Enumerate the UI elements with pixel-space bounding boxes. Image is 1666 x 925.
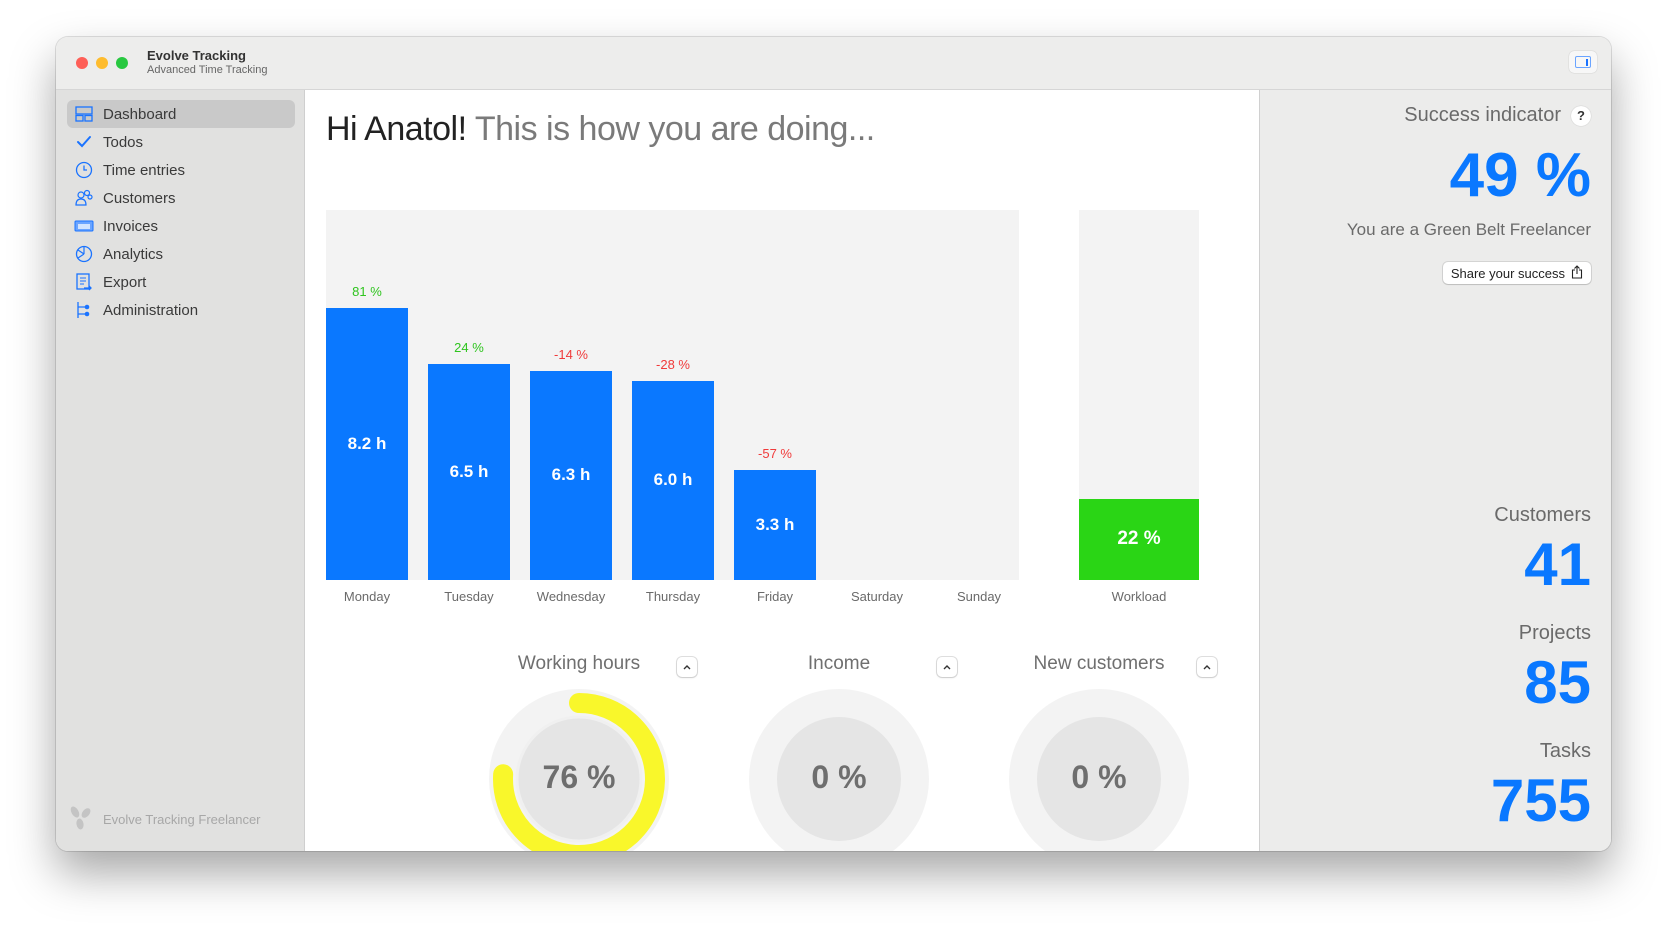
bar-change-label: -28 % [656,356,690,372]
help-button[interactable]: ? [1571,105,1591,126]
x-tick-label: Workload [1111,589,1167,604]
checkmark-icon [73,132,95,152]
stats-panel: Success indicator ? 49 % You are a Green… [1259,90,1611,851]
sidebar-item-label: Dashboard [103,105,177,123]
share-icon [1571,264,1583,282]
sidebar: Dashboard Todos Time entries Customers I… [56,90,305,851]
sidebar-item-label: Analytics [103,245,164,263]
greeting-name: Hi Anatol! [326,110,467,148]
toggle-sidebar-button[interactable] [1569,51,1597,73]
working-hours-gauge-title: Working hours [517,653,641,674]
customers-stat-label: Customers [1494,504,1591,526]
bar-change-label: -57 % [758,446,792,462]
sidebar-item-export[interactable]: Export [67,268,295,296]
x-tick-label: Tuesday [444,589,494,604]
administration-icon [73,300,95,320]
x-tick-label: Sunday [956,589,1002,604]
sidebar-item-label: Export [103,273,147,291]
app-title: Evolve Tracking [147,48,246,63]
sidebar-item-time-entries[interactable]: Time entries [67,156,295,184]
income-gauge-title: Income [807,653,871,674]
zoom-window-button[interactable] [116,57,128,69]
sidebar-item-label: Administration [103,301,199,319]
export-icon [73,272,95,292]
bar-value-label: 6.0 h [653,470,693,490]
projects-stat-label: Projects [1518,622,1591,644]
minimize-window-button[interactable] [96,57,108,69]
share-success-button[interactable]: Share your success [1442,262,1591,284]
success-indicator-heading: Success indicator ? [1404,104,1591,127]
page-title: Hi Anatol! This is how you are doing... [326,110,875,149]
chevron-up-icon [943,665,951,670]
x-tick-label: Monday [343,589,391,604]
x-tick-label: Saturday [850,589,904,604]
working-hours-toggle-button[interactable] [677,657,697,677]
tasks-stat-label: Tasks [1539,740,1591,762]
close-window-button[interactable] [76,57,88,69]
edition-label: Evolve Tracking Freelancer [103,812,261,827]
app-logo-icon [67,804,93,835]
sidebar-item-label: Customers [103,189,176,207]
workload-value-label: 22 % [1117,528,1161,550]
belt-level-text: You are a Green Belt Freelancer [1346,220,1591,239]
bar-value-label: 6.3 h [551,465,591,485]
customers-stat-value: 41 [1524,531,1591,598]
sidebar-item-administration[interactable]: Administration [67,296,295,324]
chevron-up-icon [683,665,691,670]
dashboard-main: Hi Anatol! This is how you are doing... … [305,90,1259,851]
bar-value-label: 8.2 h [347,433,387,453]
sidebar-item-label: Todos [103,133,144,151]
analytics-icon [73,244,95,264]
new-customers-gauge-title: New customers [1033,653,1165,674]
dashboard-icon [73,104,95,124]
sidebar-item-label: Time entries [103,161,185,179]
projects-stat-value: 85 [1524,649,1591,716]
sidebar-item-label: Invoices [103,217,159,235]
x-tick-label: Wednesday [536,589,606,604]
bar-value-label: 3.3 h [755,515,795,535]
x-tick-label: Friday [756,589,794,604]
titlebar: Evolve Tracking Advanced Time Tracking [56,37,1611,90]
sidebar-item-customers[interactable]: Customers [67,184,295,212]
bar-change-label: 81 % [352,283,382,299]
bar-value-label: 6.5 h [449,462,489,482]
success-indicator-label: Success indicator [1404,104,1561,126]
success-indicator-value: 49 % [1449,141,1591,210]
app-window: Evolve Tracking Advanced Time Tracking D… [56,37,1611,851]
clock-icon [73,160,95,180]
sidebar-item-todos[interactable]: Todos [67,128,295,156]
tasks-stat-value: 755 [1490,767,1591,834]
share-button-label: Share your success [1450,265,1565,281]
income-gauge-value: 0 % [811,759,867,795]
bar-change-label: 24 % [454,340,484,356]
sidebar-footer: Evolve Tracking Freelancer [67,804,261,835]
x-tick-label: Thursday [645,589,701,604]
income-toggle-button[interactable] [937,657,957,677]
new-customers-gauge-value: 0 % [1071,759,1127,795]
invoice-icon [73,216,95,236]
sidebar-item-dashboard[interactable]: Dashboard [67,100,295,128]
app-subtitle: Advanced Time Tracking [147,64,268,76]
sidebar-right-icon [1575,56,1591,68]
sidebar-item-analytics[interactable]: Analytics [67,240,295,268]
sidebar-item-invoices[interactable]: Invoices [67,212,295,240]
new-customers-toggle-button[interactable] [1197,657,1217,677]
chevron-up-icon [1203,665,1211,670]
customers-icon [73,188,95,208]
bar-change-label: -14 % [554,346,588,362]
greeting-subtitle: This is how you are doing... [474,110,875,148]
working-hours-gauge-value: 76 % [542,759,616,795]
